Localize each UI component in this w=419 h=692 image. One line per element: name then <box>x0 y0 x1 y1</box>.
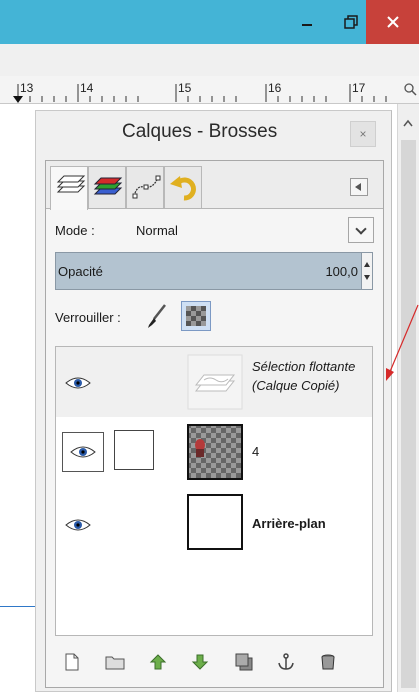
close-icon <box>386 16 399 28</box>
lock-alpha-icon <box>186 306 206 326</box>
dock-close-button[interactable]: × <box>350 121 376 147</box>
opacity-value[interactable]: 100,0 <box>325 264 358 279</box>
dock-tab-bar <box>46 161 383 210</box>
layer-name: 4 <box>252 444 260 459</box>
layers-tab-icon <box>56 175 86 193</box>
layer-name: Arrière-plan <box>252 516 326 531</box>
scroll-up-icon[interactable] <box>402 118 414 128</box>
link-toggle[interactable] <box>114 430 154 470</box>
channels-tab-icon <box>93 177 123 195</box>
scrollbar-thumb[interactable] <box>401 140 416 688</box>
mode-label: Mode : <box>55 223 95 238</box>
minimize-button[interactable] <box>290 0 324 44</box>
layer-thumbnail <box>186 423 244 481</box>
horizontal-ruler: 13 14 15 16 17 <box>0 76 419 104</box>
eye-icon[interactable] <box>64 513 92 537</box>
opacity-field[interactable]: Opacité 100,0 <box>55 252 373 290</box>
tab-channels[interactable] <box>88 166 126 208</box>
new-layer-group-icon[interactable] <box>105 653 125 671</box>
dock-title: Calques - Brosses <box>122 121 278 142</box>
zoom-icon[interactable] <box>403 82 419 98</box>
layer-row-floating-selection[interactable]: Sélection flottante (Calque Copié) <box>56 347 372 417</box>
layers-panel: Mode : Normal Opacité 100,0 Verrouiller … <box>45 160 384 688</box>
layers-action-bar <box>55 641 373 681</box>
spin-down-icon[interactable] <box>364 275 370 280</box>
mode-dropdown-button[interactable] <box>348 217 374 243</box>
opacity-spinner[interactable] <box>361 253 372 289</box>
tab-layers[interactable] <box>50 166 88 210</box>
minimize-icon <box>302 24 312 26</box>
anchor-layer-icon[interactable] <box>277 653 295 671</box>
raise-layer-icon[interactable] <box>149 653 167 671</box>
ruler-tick-label: 14 <box>80 81 94 95</box>
ruler-tick-label: 13 <box>20 81 34 95</box>
duplicate-layer-icon[interactable] <box>235 653 253 671</box>
close-window-button[interactable] <box>366 0 419 44</box>
ruler-tick-label: 15 <box>178 81 192 95</box>
mode-row: Mode : Normal <box>46 217 383 247</box>
layer-row-4[interactable]: 4 <box>56 417 372 487</box>
app-window: 13 14 15 16 17 Calques - Brosses × Mode … <box>0 0 419 692</box>
restore-icon <box>344 15 358 29</box>
layers-list: Sélection flottante (Calque Copié) 4 Arr… <box>55 346 373 636</box>
layer-name: Sélection flottante <box>252 359 356 374</box>
vertical-scrollbar[interactable] <box>397 104 419 692</box>
eye-icon <box>70 446 96 458</box>
ruler-tick-label: 17 <box>352 81 366 95</box>
lock-row: Verrouiller : <box>55 301 355 331</box>
tab-undo-history[interactable] <box>164 166 202 208</box>
mode-select-value[interactable]: Normal <box>136 223 178 238</box>
spin-up-icon[interactable] <box>364 262 370 267</box>
lower-layer-icon[interactable] <box>191 653 209 671</box>
window-titlebar <box>0 0 419 44</box>
canvas-guide-line <box>0 606 36 607</box>
opacity-label: Opacité <box>58 264 103 279</box>
layer-name-secondary: (Calque Copié) <box>252 378 340 393</box>
dock-title-bar: Calques - Brosses × <box>36 111 391 155</box>
maximize-button[interactable] <box>334 0 368 44</box>
new-layer-icon[interactable] <box>63 653 81 671</box>
layer-thumbnail <box>186 353 244 411</box>
lock-label: Verrouiller : <box>55 310 121 325</box>
delete-layer-icon[interactable] <box>319 653 337 671</box>
visibility-toggle[interactable] <box>62 432 104 472</box>
undo-history-tab-icon <box>170 176 196 201</box>
layer-row-background[interactable]: Arrière-plan <box>56 489 372 559</box>
eye-icon[interactable] <box>64 371 92 395</box>
ruler-tick-label: 16 <box>268 81 282 95</box>
lock-alpha-toggle[interactable] <box>181 301 211 331</box>
lock-pixels-icon[interactable] <box>145 303 169 329</box>
layer-thumbnail <box>186 493 244 551</box>
tab-paths[interactable] <box>126 166 164 208</box>
layers-brushes-dock: Calques - Brosses × Mode: Normal Opacit… <box>35 110 392 692</box>
paths-tab-icon <box>132 175 161 199</box>
tab-menu-button[interactable] <box>350 178 368 196</box>
